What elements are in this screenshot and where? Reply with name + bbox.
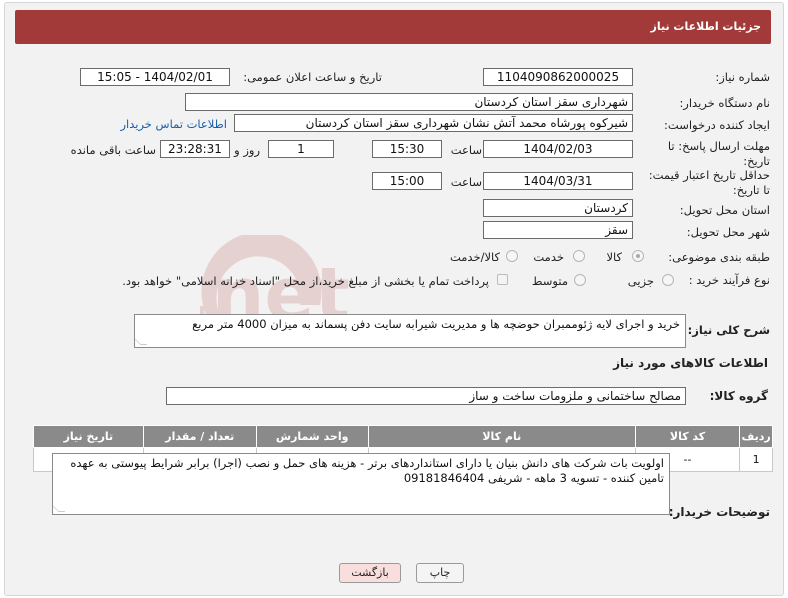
goods-group-field: مصالح ساختمانی و ملزومات ساخت و ساز: [166, 387, 686, 405]
summary-label: شرح کلی نیاز:: [687, 323, 770, 337]
goods-section-title: اطلاعات کالاهای مورد نیاز: [613, 356, 768, 370]
resize-grip-icon[interactable]: [133, 338, 148, 345]
buyer-notes-text: اولویت بات شرکت های دانش بنیان یا دارای …: [70, 456, 664, 485]
process-radio-medium[interactable]: [574, 274, 586, 286]
goods-group-label: گروه کالا:: [709, 389, 768, 403]
contact-buyer-link[interactable]: اطلاعات تماس خریدار: [120, 117, 227, 131]
announce-label: تاریخ و ساعت اعلان عمومی:: [243, 70, 382, 84]
need-number-label: شماره نیاز:: [715, 70, 770, 84]
back-button[interactable]: بازگشت: [339, 563, 401, 583]
summary-textarea[interactable]: خرید و اجرای لایه ژئوممبران حوضچه ها و م…: [133, 314, 686, 348]
price-time-label: ساعت: [450, 175, 482, 189]
days-and-label: روز و: [234, 143, 260, 157]
col-name: نام کالا: [367, 425, 636, 448]
city-field: سقز: [483, 221, 633, 239]
creator-label: ایجاد کننده درخواست:: [664, 118, 770, 132]
price-time-field: 15:00: [372, 172, 442, 190]
category-radio-goods[interactable]: [632, 250, 644, 262]
category-label: طبقه بندی موضوعی:: [668, 250, 770, 264]
reply-time-field: 15:30: [372, 140, 442, 158]
need-number-field: 1104090862000025: [483, 68, 633, 86]
goods-table-header: ردیف کد کالا نام کالا واحد شمارش تعداد /…: [33, 425, 773, 448]
price-date-field: 1404/03/31: [483, 172, 633, 190]
remaining-label: ساعت باقی مانده: [70, 143, 156, 157]
province-label: استان محل تحویل:: [679, 203, 770, 217]
days-count-field: 1: [268, 140, 334, 158]
col-date: تاریخ نیاز: [33, 425, 144, 448]
buyer-notes-label: توضیحات خریدار:: [668, 505, 770, 519]
page-title: جزئیات اطلاعات نیاز: [15, 10, 771, 44]
cell-row: 1: [739, 447, 773, 472]
buyer-org-label: نام دستگاه خریدار:: [679, 96, 770, 110]
buyer-org-field: شهرداری سقز استان کردستان: [185, 93, 633, 111]
process-label: نوع فرآیند خرید :: [688, 273, 770, 287]
col-qty: تعداد / مقدار: [142, 425, 257, 448]
category-radio-service[interactable]: [573, 250, 585, 262]
announce-field: 1404/02/01 - 15:05: [80, 68, 230, 86]
col-row: ردیف: [739, 425, 773, 448]
process-option-medium: متوسط: [531, 274, 568, 288]
category-radio-goods-service[interactable]: [506, 250, 518, 262]
creator-field: شیرکوه پورشاه محمد آتش نشان شهرداری سقز …: [234, 114, 633, 132]
province-field: کردستان: [483, 199, 633, 217]
category-option-goods: کالا: [606, 250, 622, 264]
price-validity-label: حداقل تاریخ اعتبار قیمت: تا تاریخ:: [648, 168, 770, 197]
reply-date-field: 1404/02/03: [483, 140, 633, 158]
col-code: کد کالا: [634, 425, 741, 448]
payment-note: پرداخت تمام یا بخشی از مبلغ خرید،از محل …: [122, 274, 489, 288]
reply-deadline-label: مهلت ارسال پاسخ: تا تاریخ:: [667, 139, 770, 168]
process-radio-minor[interactable]: [662, 274, 674, 286]
col-unit: واحد شمارش: [255, 425, 369, 448]
summary-text: خرید و اجرای لایه ژئوممبران حوضچه ها و م…: [192, 317, 680, 331]
category-option-goods-service: کالا/خدمت: [449, 250, 500, 264]
reply-time-label: ساعت: [450, 143, 482, 157]
city-label: شهر محل تحویل:: [686, 225, 770, 239]
resize-grip-icon[interactable]: [51, 505, 66, 512]
buyer-notes-textarea[interactable]: اولویت بات شرکت های دانش بنیان یا دارای …: [51, 453, 670, 515]
process-option-minor: جزیی: [627, 274, 654, 288]
print-button[interactable]: چاپ: [416, 563, 464, 583]
remaining-time-field: 23:28:31: [160, 140, 230, 158]
category-option-service: خدمت: [533, 250, 564, 264]
payment-checkbox[interactable]: [497, 274, 508, 285]
